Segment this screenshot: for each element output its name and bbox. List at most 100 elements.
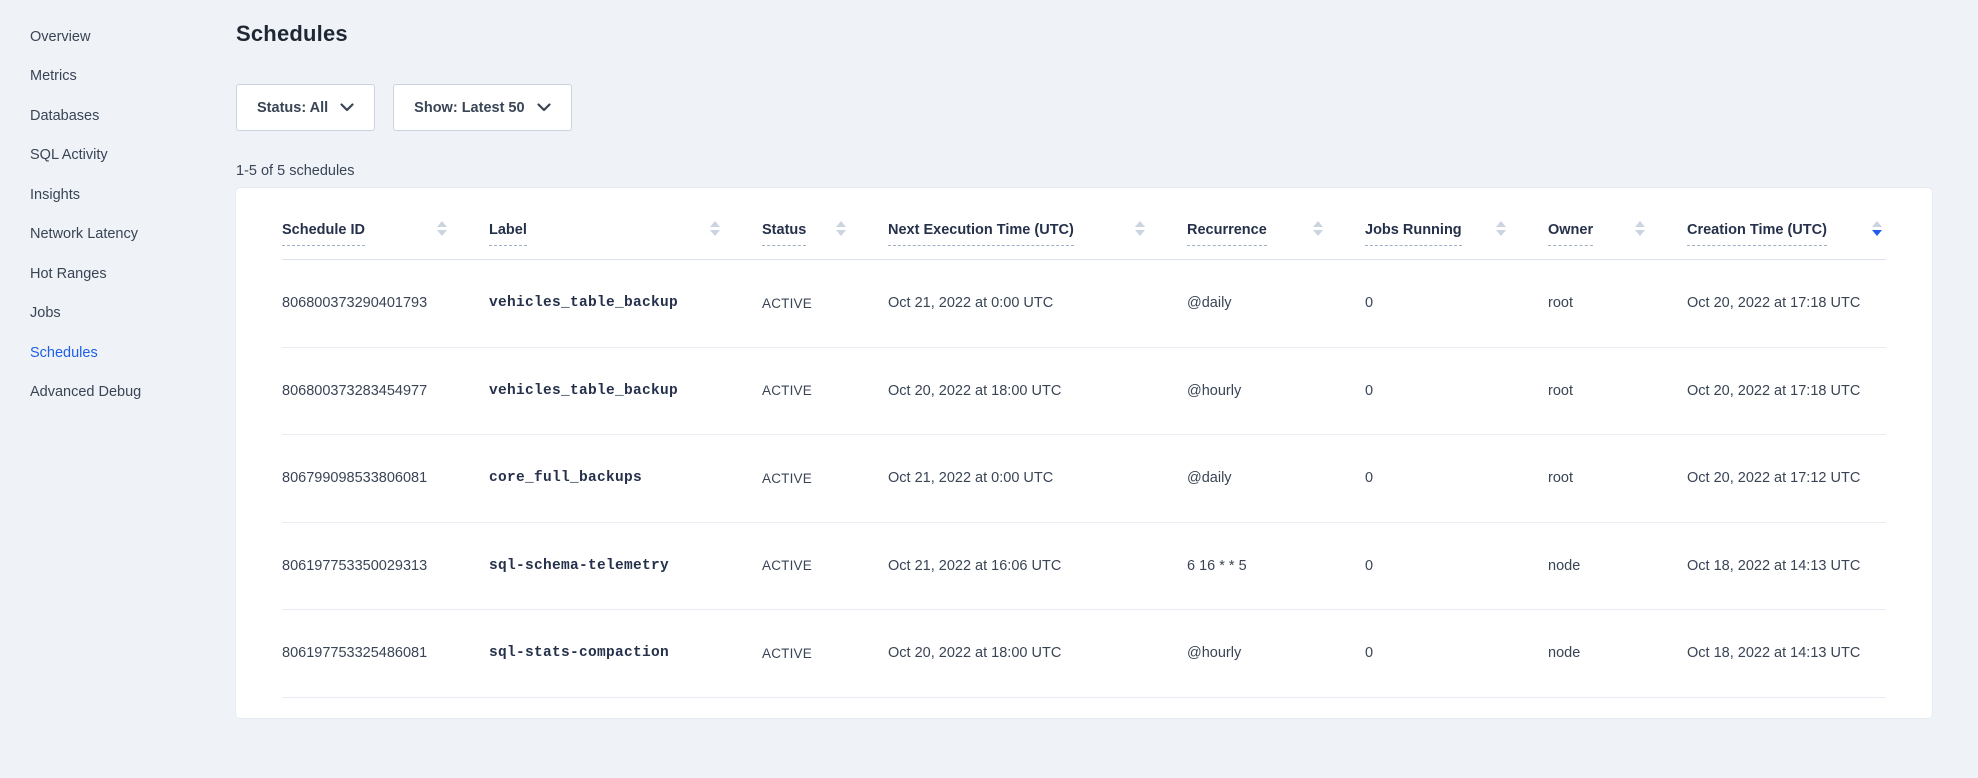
sidebar-item-metrics[interactable]: Metrics <box>0 57 186 97</box>
cell-creation_time: Oct 18, 2022 at 14:13 UTC <box>1687 558 1886 574</box>
sort-desc-icon <box>836 230 846 236</box>
sort-desc-icon <box>437 230 447 236</box>
cell-id: 806197753350029313 <box>282 558 489 574</box>
cell-next_execution: Oct 21, 2022 at 16:06 UTC <box>888 558 1187 574</box>
cell-label: core_full_backups <box>489 470 762 486</box>
column-header-label: Status <box>762 222 806 246</box>
sort-asc-icon <box>710 221 720 227</box>
column-header-label[interactable]: Label <box>489 221 762 259</box>
status-filter-dropdown[interactable]: Status: All <box>236 84 375 131</box>
cell-next_execution: Oct 21, 2022 at 0:00 UTC <box>888 295 1187 311</box>
column-header-jobs_running[interactable]: Jobs Running <box>1365 221 1548 259</box>
cell-id: 806800373283454977 <box>282 383 489 399</box>
table-row: 806800373283454977vehicles_table_backupA… <box>282 348 1886 436</box>
sort-arrows-icon[interactable] <box>437 221 447 236</box>
sort-desc-icon <box>1313 230 1323 236</box>
sort-asc-icon <box>1635 221 1645 227</box>
show-filter-dropdown[interactable]: Show: Latest 50 <box>393 84 571 131</box>
cell-creation_time: Oct 20, 2022 at 17:18 UTC <box>1687 383 1886 399</box>
sort-asc-icon <box>1135 221 1145 227</box>
cell-recurrence: @hourly <box>1187 645 1365 661</box>
cell-recurrence: @daily <box>1187 470 1365 486</box>
cell-creation_time: Oct 20, 2022 at 17:18 UTC <box>1687 295 1886 311</box>
sort-asc-icon <box>437 221 447 227</box>
cell-next_execution: Oct 20, 2022 at 18:00 UTC <box>888 383 1187 399</box>
sort-asc-icon <box>1872 221 1882 227</box>
cell-recurrence: @hourly <box>1187 383 1365 399</box>
sidebar-item-insights[interactable]: Insights <box>0 175 186 215</box>
column-header-recurrence[interactable]: Recurrence <box>1187 221 1365 259</box>
sort-desc-icon <box>1872 230 1882 236</box>
sort-arrows-icon[interactable] <box>1872 221 1882 236</box>
column-header-next_execution[interactable]: Next Execution Time (UTC) <box>888 221 1187 259</box>
cell-recurrence: @daily <box>1187 295 1365 311</box>
sidebar-item-hot-ranges[interactable]: Hot Ranges <box>0 254 186 294</box>
sort-asc-icon <box>1496 221 1506 227</box>
cell-next_execution: Oct 20, 2022 at 18:00 UTC <box>888 645 1187 661</box>
cell-creation_time: Oct 18, 2022 at 14:13 UTC <box>1687 645 1886 661</box>
cell-creation_time: Oct 20, 2022 at 17:12 UTC <box>1687 470 1886 486</box>
column-header-label: Label <box>489 222 527 246</box>
column-header-label: Creation Time (UTC) <box>1687 222 1827 246</box>
cell-label: vehicles_table_backup <box>489 383 762 399</box>
column-header-label: Next Execution Time (UTC) <box>888 222 1074 246</box>
sort-arrows-icon[interactable] <box>1635 221 1645 236</box>
sidebar-item-jobs[interactable]: Jobs <box>0 294 186 334</box>
chevron-down-icon <box>340 103 354 112</box>
schedules-table-card: Schedule ID Label Status Next Execution Tim… <box>236 188 1932 718</box>
show-filter-label: Show: Latest 50 <box>414 100 524 116</box>
cell-id: 806799098533806081 <box>282 470 489 486</box>
column-header-id[interactable]: Schedule ID <box>282 221 489 259</box>
sidebar-item-sql-activity[interactable]: SQL Activity <box>0 136 186 176</box>
sort-arrows-icon[interactable] <box>836 221 846 236</box>
page-title: Schedules <box>236 21 1932 47</box>
cell-owner: node <box>1548 645 1687 661</box>
column-header-label: Recurrence <box>1187 222 1267 246</box>
cell-owner: root <box>1548 383 1687 399</box>
table-row: 806800373290401793vehicles_table_backupA… <box>282 260 1886 348</box>
cell-status: ACTIVE <box>762 383 888 398</box>
sidebar-item-databases[interactable]: Databases <box>0 96 186 136</box>
cell-owner: node <box>1548 558 1687 574</box>
table-row: 806799098533806081core_full_backupsACTIV… <box>282 435 1886 523</box>
column-header-creation_time[interactable]: Creation Time (UTC) <box>1687 221 1886 259</box>
cell-recurrence: 6 16 * * 5 <box>1187 558 1365 574</box>
cell-jobs_running: 0 <box>1365 383 1548 399</box>
table-row: 806197753325486081sql-stats-compactionAC… <box>282 610 1886 698</box>
column-header-status[interactable]: Status <box>762 221 888 259</box>
table-header-row: Schedule ID Label Status Next Execution Tim… <box>282 188 1886 260</box>
column-header-label: Jobs Running <box>1365 222 1462 246</box>
sort-asc-icon <box>1313 221 1323 227</box>
sidebar-item-overview[interactable]: Overview <box>0 17 186 57</box>
sort-arrows-icon[interactable] <box>1496 221 1506 236</box>
schedules-page: Schedules Status: All Show: Latest 50 1-… <box>236 0 1932 718</box>
sort-desc-icon <box>1635 230 1645 236</box>
cell-next_execution: Oct 21, 2022 at 0:00 UTC <box>888 470 1187 486</box>
sidebar-item-network-latency[interactable]: Network Latency <box>0 215 186 255</box>
sort-desc-icon <box>1135 230 1145 236</box>
cell-jobs_running: 0 <box>1365 645 1548 661</box>
column-header-owner[interactable]: Owner <box>1548 221 1687 259</box>
sort-asc-icon <box>836 221 846 227</box>
filter-bar: Status: All Show: Latest 50 <box>236 84 1932 131</box>
cell-label: sql-stats-compaction <box>489 645 762 661</box>
status-filter-label: Status: All <box>257 100 328 116</box>
cell-jobs_running: 0 <box>1365 558 1548 574</box>
column-header-label: Schedule ID <box>282 222 365 246</box>
cell-label: vehicles_table_backup <box>489 295 762 311</box>
sort-desc-icon <box>710 230 720 236</box>
sidebar-item-schedules[interactable]: Schedules <box>0 333 186 373</box>
chevron-down-icon <box>537 103 551 112</box>
cell-jobs_running: 0 <box>1365 470 1548 486</box>
cell-jobs_running: 0 <box>1365 295 1548 311</box>
cell-owner: root <box>1548 470 1687 486</box>
cell-id: 806197753325486081 <box>282 645 489 661</box>
sidebar-item-advanced-debug[interactable]: Advanced Debug <box>0 373 186 413</box>
column-header-label: Owner <box>1548 222 1593 246</box>
cell-id: 806800373290401793 <box>282 295 489 311</box>
cell-status: ACTIVE <box>762 558 888 573</box>
table-body: 806800373290401793vehicles_table_backupA… <box>282 260 1886 698</box>
sort-arrows-icon[interactable] <box>710 221 720 236</box>
sort-arrows-icon[interactable] <box>1135 221 1145 236</box>
sort-arrows-icon[interactable] <box>1313 221 1323 236</box>
